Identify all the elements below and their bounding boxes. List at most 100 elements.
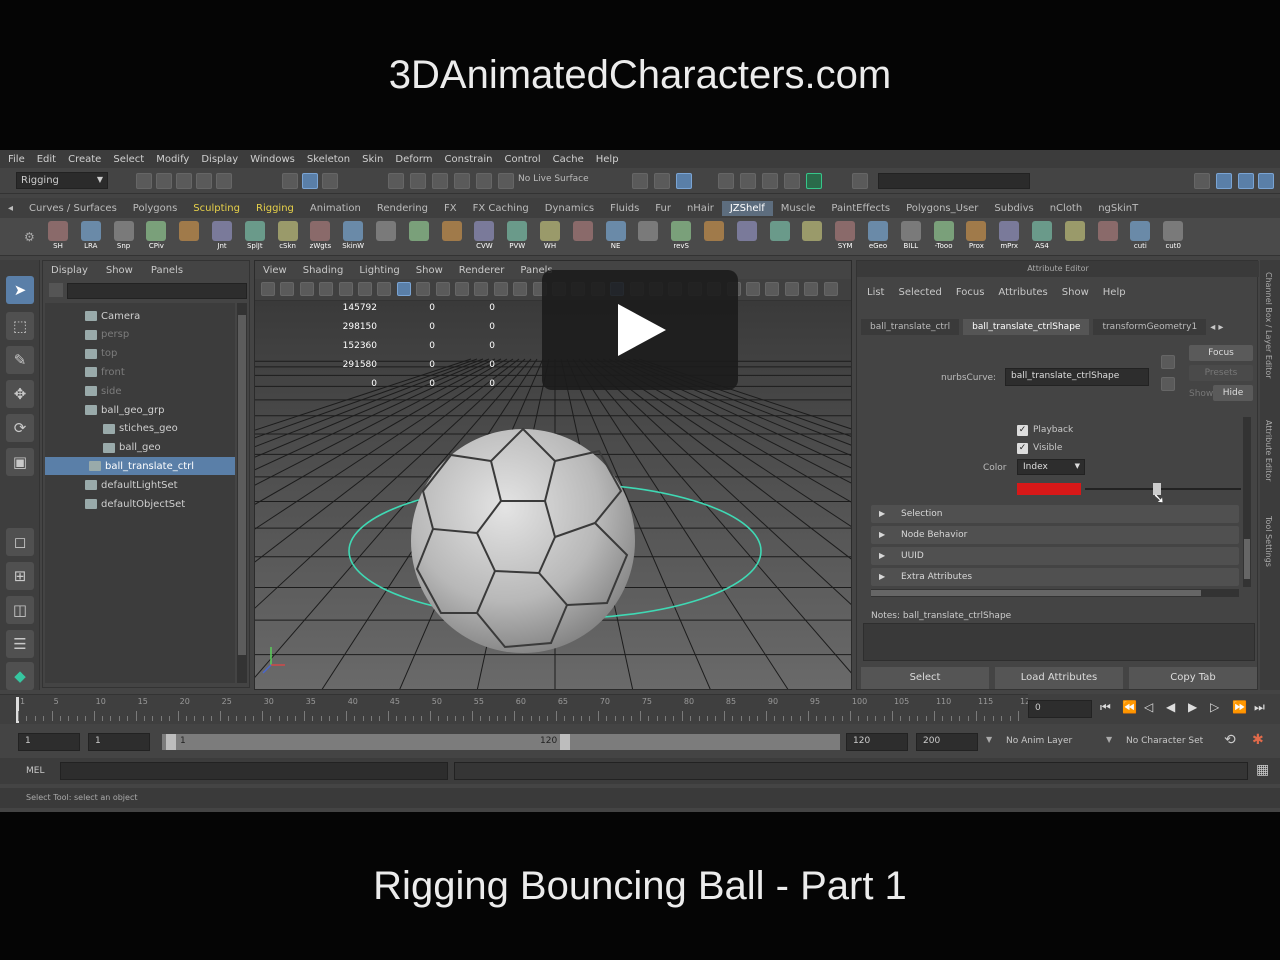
ae-scrollbar[interactable] bbox=[1243, 417, 1251, 587]
viewport-menu-show[interactable]: Show bbox=[416, 265, 443, 276]
hypershade-icon[interactable] bbox=[784, 173, 800, 189]
viewport-tool-icon[interactable] bbox=[765, 282, 780, 296]
outliner-item[interactable]: top bbox=[45, 345, 235, 363]
viewport-tool-icon[interactable] bbox=[319, 282, 334, 296]
menu-create[interactable]: Create bbox=[68, 154, 101, 165]
viewport-menu-view[interactable]: View bbox=[263, 265, 287, 276]
playback-checkbox[interactable]: ✓ bbox=[1017, 425, 1028, 436]
render-settings-icon[interactable] bbox=[762, 173, 778, 189]
shelf-menu-arrow-icon[interactable]: ◂ bbox=[0, 201, 21, 216]
viewport-tool-icon[interactable] bbox=[280, 282, 295, 296]
ae-menu-show[interactable]: Show bbox=[1062, 287, 1089, 298]
viewport-tool-icon[interactable] bbox=[435, 282, 450, 296]
outliner-item[interactable]: defaultObjectSet bbox=[45, 495, 235, 513]
shelf-tab-sculpting[interactable]: Sculpting bbox=[185, 201, 248, 216]
menu-skeleton[interactable]: Skeleton bbox=[307, 154, 350, 165]
menu-display[interactable]: Display bbox=[201, 154, 238, 165]
ae-section-uuid[interactable]: ▶ UUID bbox=[871, 547, 1239, 565]
shelf-tool-prox[interactable]: Prox bbox=[962, 221, 990, 254]
shelf-tool-icon-16[interactable] bbox=[569, 221, 597, 254]
shelf-tool-skinw[interactable]: SkinW bbox=[339, 221, 367, 254]
ae-menu-help[interactable]: Help bbox=[1103, 287, 1126, 298]
shelf-tab-fx[interactable]: FX bbox=[436, 201, 465, 216]
go-to-end-icon[interactable]: ⏭ bbox=[1254, 700, 1265, 715]
mel-label[interactable]: MEL bbox=[26, 766, 44, 776]
ae-focus-input-icon[interactable] bbox=[1161, 355, 1175, 369]
ae-menu-selected[interactable]: Selected bbox=[898, 287, 941, 298]
shelf-tool-icon-20[interactable] bbox=[700, 221, 728, 254]
outliner-item[interactable]: side bbox=[45, 382, 235, 400]
viewport-tool-icon[interactable] bbox=[396, 282, 411, 296]
side-tab-tool-settings[interactable]: Tool Settings bbox=[1264, 516, 1273, 567]
menu-select[interactable]: Select bbox=[113, 154, 144, 165]
ball-geo[interactable] bbox=[411, 427, 635, 653]
presets-button[interactable]: Presets bbox=[1189, 365, 1253, 381]
outliner-item[interactable]: front bbox=[45, 363, 235, 381]
shelf-tool-bill[interactable]: BILL bbox=[897, 221, 925, 254]
ae-tab-ball-translate-ctrlshape[interactable]: ball_translate_ctrlShape bbox=[963, 319, 1090, 335]
viewport-menu-shading[interactable]: Shading bbox=[303, 265, 344, 276]
step-forward-frame-icon[interactable]: ▷ bbox=[1210, 700, 1219, 714]
snap-grid-icon[interactable] bbox=[388, 173, 404, 189]
outliner-item[interactable]: ball_geo bbox=[45, 439, 235, 457]
make-live-icon[interactable] bbox=[498, 173, 514, 189]
outliner-item[interactable]: stiches_geo bbox=[45, 420, 235, 438]
shelf-tool-cuti[interactable]: cuti bbox=[1126, 221, 1154, 254]
shelf-tool-icon-4[interactable] bbox=[175, 221, 203, 254]
shelf-tab-dynamics[interactable]: Dynamics bbox=[537, 201, 602, 216]
undo-icon[interactable] bbox=[196, 173, 212, 189]
range-slider[interactable]: 1 120 bbox=[162, 734, 840, 750]
select-hierarchy-icon[interactable] bbox=[282, 173, 298, 189]
shelf-tool-zwgts[interactable]: zWgts bbox=[306, 221, 334, 254]
channel-box-toggle-icon[interactable] bbox=[1216, 173, 1232, 189]
shelf-tab-rendering[interactable]: Rendering bbox=[369, 201, 436, 216]
shelf-menu-icon[interactable]: ⚙ bbox=[24, 230, 35, 244]
new-scene-icon[interactable] bbox=[136, 173, 152, 189]
render-frame-icon[interactable] bbox=[718, 173, 734, 189]
single-pane-layout-icon[interactable]: ◻ bbox=[6, 528, 34, 556]
ae-menu-list[interactable]: List bbox=[867, 287, 884, 298]
outliner-item[interactable]: persp bbox=[45, 326, 235, 344]
ae-tab-ball-translate-ctrl[interactable]: ball_translate_ctrl bbox=[861, 319, 960, 335]
outliner-menu-show[interactable]: Show bbox=[106, 265, 133, 276]
shelf-tool-cskn[interactable]: cSkn bbox=[274, 221, 302, 254]
live-surface-field[interactable]: No Live Surface bbox=[518, 174, 589, 184]
viewport-menu-renderer[interactable]: Renderer bbox=[459, 265, 505, 276]
outliner-item[interactable]: Camera bbox=[45, 307, 235, 325]
shelf-tab-animation[interactable]: Animation bbox=[302, 201, 369, 216]
menu-windows[interactable]: Windows bbox=[250, 154, 295, 165]
viewport-tool-icon[interactable] bbox=[784, 282, 799, 296]
viewport-tool-icon[interactable] bbox=[746, 282, 760, 296]
playback-end-field[interactable]: 120 bbox=[846, 733, 908, 751]
outliner-filter-icon[interactable] bbox=[49, 283, 63, 297]
paint-select-icon[interactable]: ✎ bbox=[6, 346, 34, 374]
go-to-start-icon[interactable]: ⏮ bbox=[1100, 700, 1111, 715]
open-scene-icon[interactable] bbox=[156, 173, 172, 189]
viewport-tool-icon[interactable] bbox=[474, 282, 489, 296]
menu-control[interactable]: Control bbox=[504, 154, 540, 165]
ae-section-selection[interactable]: ▶ Selection bbox=[871, 505, 1239, 523]
construction-history-icon[interactable] bbox=[676, 173, 692, 189]
mel-input[interactable] bbox=[60, 762, 448, 780]
notes-textarea[interactable] bbox=[863, 623, 1255, 661]
shelf-tab-muscle[interactable]: Muscle bbox=[773, 201, 824, 216]
shelf-tab-nhair[interactable]: nHair bbox=[679, 201, 722, 216]
shelf-tab-ncloth[interactable]: nCloth bbox=[1042, 201, 1090, 216]
side-tab-attribute-editor[interactable]: Attribute Editor bbox=[1264, 420, 1273, 482]
animation-end-field[interactable]: 200 bbox=[916, 733, 978, 751]
step-back-frame-icon[interactable]: ◁ bbox=[1144, 700, 1153, 714]
snap-surface-icon[interactable] bbox=[476, 173, 492, 189]
outliner-menu-display[interactable]: Display bbox=[51, 265, 88, 276]
play-forwards-icon[interactable]: ▶ bbox=[1188, 700, 1197, 714]
menu-file[interactable]: File bbox=[8, 154, 25, 165]
snap-point-icon[interactable] bbox=[432, 173, 448, 189]
outliner-item[interactable]: defaultLightSet bbox=[45, 476, 235, 494]
ae-button-load-attributes[interactable]: Load Attributes bbox=[995, 667, 1123, 689]
menu-help[interactable]: Help bbox=[596, 154, 619, 165]
viewport-tool-icon[interactable] bbox=[358, 282, 372, 296]
step-forward-key-icon[interactable]: ⏩ bbox=[1232, 700, 1247, 714]
shelf-tab-curves-surfaces[interactable]: Curves / Surfaces bbox=[21, 201, 125, 216]
viewport-tool-icon[interactable] bbox=[493, 282, 508, 296]
animation-prefs-icon[interactable]: ✱ bbox=[1252, 732, 1264, 748]
viewport-tool-icon[interactable] bbox=[261, 282, 275, 296]
